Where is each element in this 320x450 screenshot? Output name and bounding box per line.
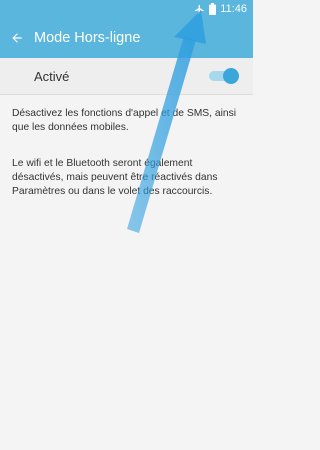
description-paragraph-1: Désactivez les fonctions d'appel et de S…: [12, 108, 237, 133]
app-bar: Mode Hors-ligne: [0, 18, 253, 58]
airplane-mode-switch-row[interactable]: Activé: [0, 58, 253, 94]
switch-label: Activé: [34, 68, 70, 84]
screen: 11:46 Mode Hors-ligne Activé Désactivez …: [0, 0, 253, 450]
status-time: 11:46: [220, 3, 247, 15]
back-button[interactable]: [2, 18, 32, 58]
status-bar: 11:46: [0, 0, 253, 18]
divider: [0, 94, 253, 95]
back-arrow-icon: [12, 33, 22, 43]
status-icons: 11:46: [194, 2, 247, 16]
description-paragraph-2: Le wifi et le Bluetooth seront également…: [12, 158, 218, 197]
battery-icon: [209, 3, 217, 15]
airplane-mode-toggle[interactable]: [209, 68, 239, 84]
toggle-thumb: [223, 68, 239, 84]
airplane-icon: [194, 4, 205, 15]
page-title: Mode Hors-ligne: [34, 30, 141, 46]
